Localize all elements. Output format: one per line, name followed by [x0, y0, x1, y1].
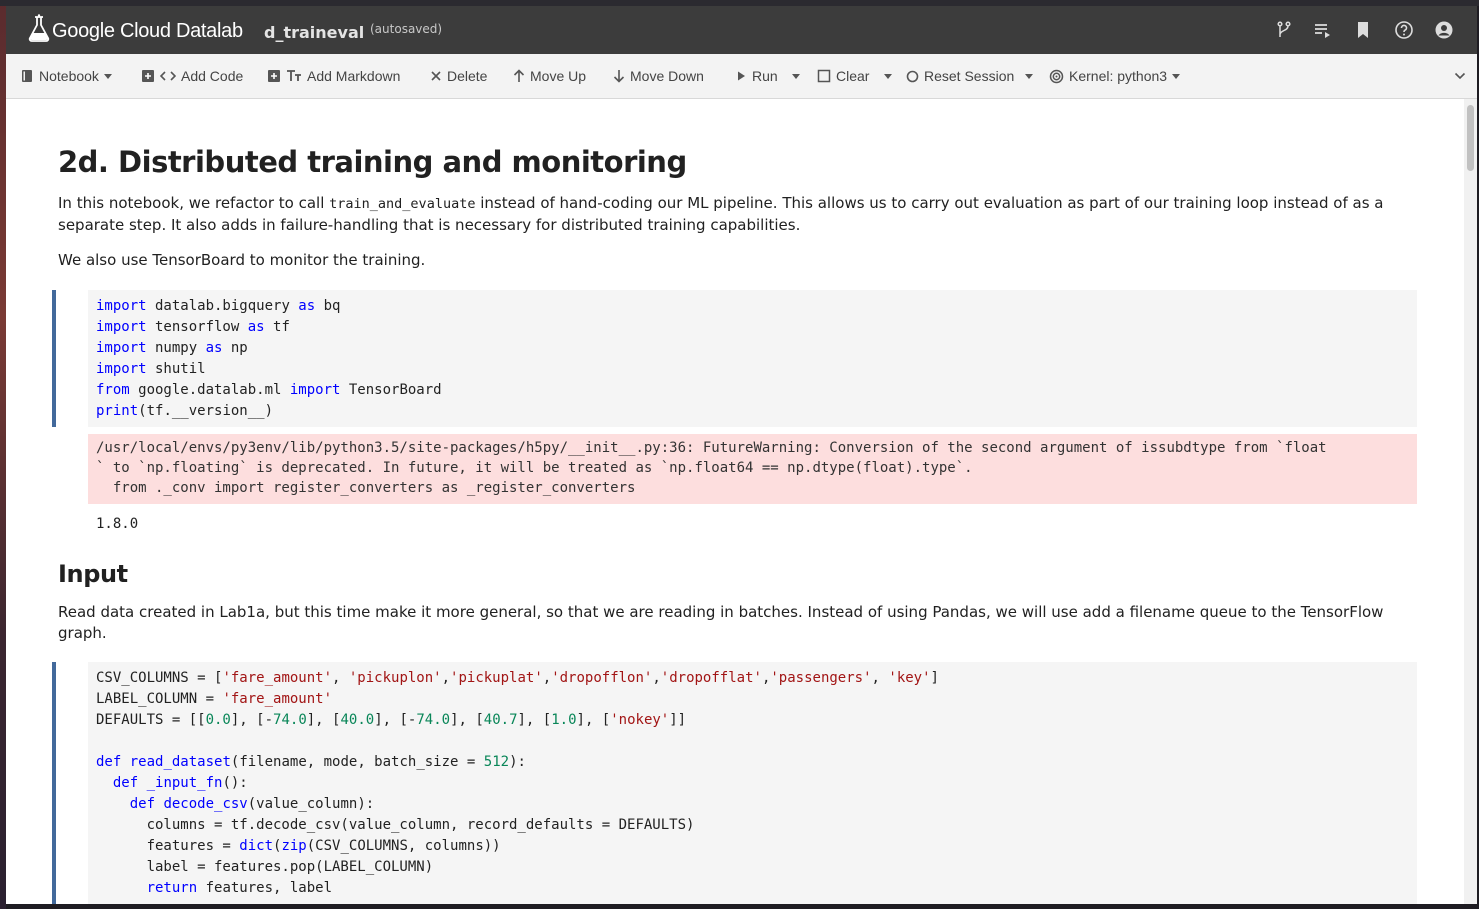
move-up-label: Move Up: [530, 68, 587, 84]
notebook-menu-label: Notebook: [39, 68, 99, 84]
code-editor-text[interactable]: import datalab.bigquery as bq import ten…: [96, 296, 442, 422]
git-branch-icon[interactable]: [1274, 20, 1294, 40]
arrow-up-icon: [513, 69, 525, 82]
bookmark-icon[interactable]: [1353, 20, 1373, 40]
version-output: 1.8.0: [96, 516, 139, 532]
browser-window: Google Cloud Datalab d_traineval (autosa…: [6, 6, 1477, 904]
add-box-icon: [142, 70, 154, 82]
add-markdown-label: Add Markdown: [307, 68, 401, 84]
chevron-down-icon: [1025, 73, 1033, 79]
delete-label: Delete: [447, 68, 488, 84]
text-format-icon: [287, 70, 301, 81]
code-editor[interactable]: import datalab.bigquery as bq import ten…: [88, 290, 1417, 427]
kernel-swirl-icon: [1049, 69, 1064, 83]
vertical-scrollbar[interactable]: [1464, 99, 1477, 904]
move-down-button[interactable]: Move Down: [613, 67, 704, 85]
notebook-icon: [22, 70, 32, 82]
notebook-content: 2d. Distributed training and monitoring …: [6, 99, 1464, 904]
notebook-name[interactable]: d_traineval: [264, 23, 364, 42]
clear-dropdown-button[interactable]: [884, 67, 892, 85]
tensorboard-paragraph: We also use TensorBoard to monitor the t…: [58, 251, 426, 269]
intro-text-pre: In this notebook, we refactor to call: [58, 194, 330, 212]
add-box-icon: [268, 70, 280, 82]
brand-title[interactable]: Google Cloud Datalab: [52, 20, 243, 43]
account-icon[interactable]: [1434, 20, 1454, 40]
notebook-toolbar: Notebook Add Code Add Markdown Delete Mo…: [6, 54, 1477, 99]
help-icon[interactable]: [1394, 20, 1414, 40]
code-cell-imports[interactable]: import datalab.bigquery as bq import ten…: [52, 290, 1417, 427]
top-bar: Google Cloud Datalab d_traineval (autosa…: [6, 6, 1477, 54]
selected-cell-indicator: [52, 290, 56, 427]
move-up-button[interactable]: Move Up: [513, 67, 586, 85]
clear-button[interactable]: Clear: [817, 67, 869, 85]
code-editor[interactable]: CSV_COLUMNS = ['fare_amount', 'pickuplon…: [88, 662, 1417, 904]
collapse-toolbar-chevron-icon[interactable]: [1454, 71, 1466, 81]
scrollbar-thumb[interactable]: [1467, 105, 1474, 171]
cell-indicator: [52, 662, 56, 904]
run-button[interactable]: Run: [735, 67, 778, 85]
input-heading: Input: [58, 560, 128, 588]
playlist-icon[interactable]: [1312, 20, 1332, 40]
chevron-down-icon: [1172, 73, 1181, 79]
reset-session-button[interactable]: Reset Session: [906, 67, 1014, 85]
add-code-label: Add Code: [181, 68, 244, 84]
move-down-label: Move Down: [630, 68, 704, 84]
intro-paragraph: In this notebook, we refactor to call tr…: [58, 193, 1403, 236]
code-cell-read-dataset[interactable]: CSV_COLUMNS = ['fare_amount', 'pickuplon…: [52, 662, 1417, 904]
add-markdown-button[interactable]: Add Markdown: [267, 67, 400, 85]
warning-output-text: /usr/local/envs/py3env/lib/python3.5/sit…: [96, 440, 1327, 496]
clear-label: Clear: [836, 68, 870, 84]
notebook-title-heading: 2d. Distributed training and monitoring: [58, 145, 687, 179]
kernel-label: Kernel: python3: [1069, 68, 1168, 84]
run-dropdown-button[interactable]: [792, 67, 800, 85]
arrow-down-icon: [613, 70, 625, 83]
play-icon: [738, 71, 745, 81]
input-paragraph: Read data created in Lab1a, but this tim…: [58, 603, 1384, 642]
datalab-flask-logo-icon[interactable]: [26, 14, 52, 44]
checkbox-blank-icon: [817, 69, 831, 83]
circle-outline-icon: [906, 70, 919, 82]
warning-output: /usr/local/envs/py3env/lib/python3.5/sit…: [88, 434, 1417, 504]
run-label: Run: [752, 68, 778, 84]
code-brackets-icon: [160, 71, 176, 81]
chevron-down-icon: [884, 73, 892, 79]
reset-session-label: Reset Session: [924, 68, 1015, 84]
save-status: (autosaved): [370, 22, 443, 36]
delete-button[interactable]: Delete: [430, 67, 487, 85]
reset-session-dropdown-button[interactable]: [1025, 67, 1033, 85]
intro-inline-code: train_and_evaluate: [329, 196, 476, 212]
add-code-button[interactable]: Add Code: [141, 67, 243, 85]
chevron-down-icon: [103, 73, 112, 79]
kernel-selector[interactable]: Kernel: python3: [1049, 67, 1181, 85]
chevron-down-icon: [792, 73, 800, 79]
notebook-menu-button[interactable]: Notebook: [20, 67, 112, 85]
close-icon: [431, 71, 441, 81]
code-editor-text[interactable]: CSV_COLUMNS = ['fare_amount', 'pickuplon…: [96, 668, 939, 899]
